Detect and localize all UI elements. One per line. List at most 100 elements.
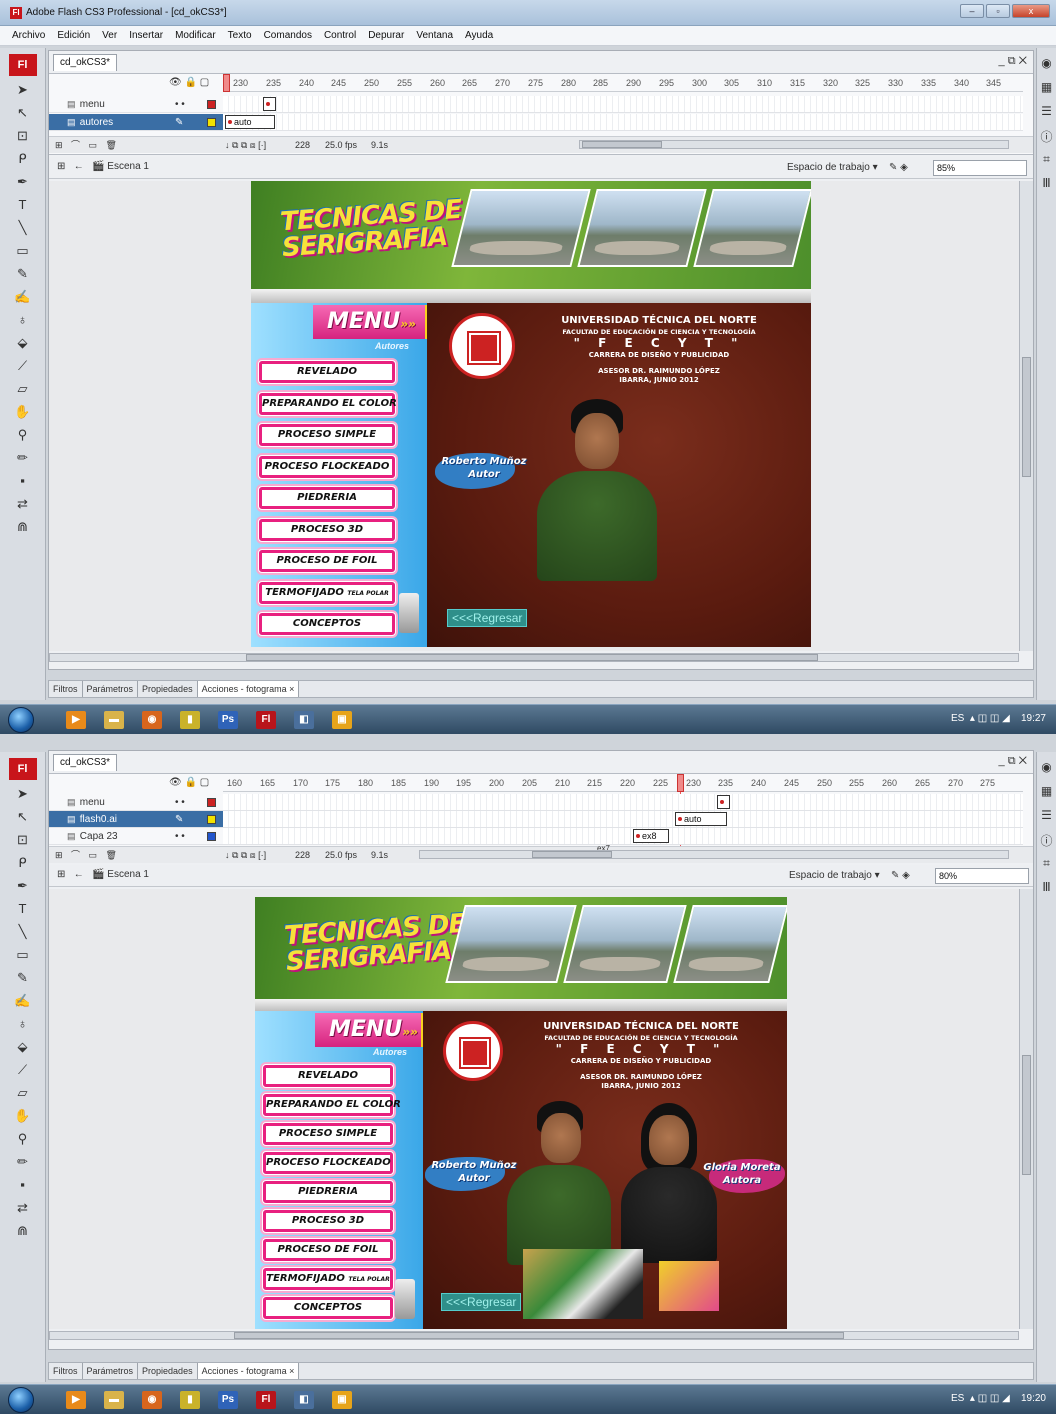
- eraser-tool-icon[interactable]: ▱: [13, 1083, 33, 1103]
- clock[interactable]: 19:20: [1021, 1393, 1046, 1404]
- menu-button-conceptos[interactable]: CONCEPTOS: [259, 613, 395, 635]
- pen-tool-icon[interactable]: ✒: [13, 172, 33, 192]
- doc-window-controls[interactable]: _ ⧉ ✕: [999, 755, 1027, 768]
- pencil-tool-icon[interactable]: ✎: [13, 968, 33, 988]
- menu-button-revelado[interactable]: REVELADO: [259, 361, 395, 383]
- swap-colors-icon[interactable]: ⇄: [13, 1198, 33, 1218]
- keyframe[interactable]: [717, 795, 730, 809]
- text-tool-icon[interactable]: T: [13, 195, 33, 215]
- layer-color-box[interactable]: [207, 798, 216, 807]
- menu-control[interactable]: Control: [324, 30, 356, 41]
- text-tool-icon[interactable]: T: [13, 899, 33, 919]
- library-panel-icon[interactable]: Ⅲ: [1039, 880, 1055, 896]
- pencil-tool-icon[interactable]: ✎: [13, 264, 33, 284]
- timeline-hscroll[interactable]: [419, 850, 1009, 859]
- doc-tab[interactable]: cd_okCS3*: [53, 754, 118, 771]
- pen-tool-icon[interactable]: ✒: [13, 876, 33, 896]
- swap-colors-icon[interactable]: ⇄: [13, 494, 33, 514]
- close-button[interactable]: x: [1012, 4, 1050, 18]
- frame-label-ex8[interactable]: ex8: [633, 829, 669, 843]
- menu-button-proceso-foil[interactable]: PROCESO DE FOIL: [259, 550, 395, 572]
- stage-hscroll[interactable]: [49, 653, 1019, 662]
- stage-hscroll[interactable]: [49, 1331, 1019, 1340]
- tab-acciones[interactable]: Acciones - fotograma ×: [197, 681, 300, 697]
- library-panel-icon[interactable]: Ⅲ: [1039, 176, 1055, 192]
- timeline-hscroll[interactable]: [579, 140, 1009, 149]
- taskbar-folder-icon[interactable]: ▬: [104, 711, 124, 729]
- eyedropper-tool-icon[interactable]: ⟋: [13, 1060, 33, 1080]
- snap-icon[interactable]: ⋒: [13, 1221, 33, 1241]
- workspace-menu[interactable]: Espacio de trabajo ▾: [787, 162, 878, 173]
- selection-tool-icon[interactable]: ➤: [13, 784, 33, 804]
- frame-label-auto[interactable]: auto: [675, 812, 727, 826]
- info-panel-icon[interactable]: ⓘ: [1039, 128, 1055, 144]
- taskbar-flash-icon[interactable]: Fl: [256, 1391, 276, 1409]
- start-button[interactable]: [8, 1387, 34, 1413]
- hand-tool-icon[interactable]: ✋: [13, 1106, 33, 1126]
- tab-propiedades[interactable]: Propiedades: [138, 1363, 198, 1379]
- layer-color-box[interactable]: [207, 815, 216, 824]
- menu-archivo[interactable]: Archivo: [12, 30, 45, 41]
- menu-button-proceso-simple[interactable]: PROCESO SIMPLE: [263, 1123, 393, 1145]
- clock[interactable]: 19:27: [1021, 713, 1046, 724]
- taskbar-app-icon[interactable]: ◧: [294, 1391, 314, 1409]
- language-indicator[interactable]: ES: [951, 1393, 964, 1404]
- tab-parametros[interactable]: Parámetros: [83, 681, 139, 697]
- edit-symbol-icons[interactable]: ✎ ◈: [891, 870, 910, 881]
- fill-color-icon[interactable]: ▪: [13, 1175, 33, 1195]
- brush-tool-icon[interactable]: ✍: [13, 991, 33, 1011]
- taskbar-folder-icon[interactable]: ▬: [104, 1391, 124, 1409]
- scene-breadcrumb[interactable]: ⊞ ← 🎬 Escena 1: [57, 869, 149, 880]
- zoom-select[interactable]: 85%: [933, 160, 1027, 176]
- info-panel-icon[interactable]: ⓘ: [1039, 832, 1055, 848]
- taskbar-app-icon[interactable]: ▶: [66, 711, 86, 729]
- menu-button-proceso-flockeado[interactable]: PROCESO FLOCKEADO: [259, 456, 395, 478]
- layer-controls-icons[interactable]: ⊞ ⌒ ▭ 🗑: [55, 137, 120, 153]
- layer-autores-frames[interactable]: auto: [223, 114, 1023, 131]
- layer-color-box[interactable]: [207, 832, 216, 841]
- subselection-tool-icon[interactable]: ↖: [13, 103, 33, 123]
- eyedropper-tool-icon[interactable]: ⟋: [13, 356, 33, 376]
- scroll-thumb[interactable]: [234, 1332, 844, 1339]
- menu-insertar[interactable]: Insertar: [129, 30, 163, 41]
- layer-color-box[interactable]: [207, 100, 216, 109]
- minimize-button[interactable]: –: [960, 4, 984, 18]
- menu-button-proceso-foil[interactable]: PROCESO DE FOIL: [263, 1239, 393, 1261]
- zoom-tool-icon[interactable]: ⚲: [13, 425, 33, 445]
- color-panel-icon[interactable]: ◉: [1039, 56, 1055, 72]
- stage[interactable]: TECNICAS DE SERIGRAFIA MENU»» Autores REV…: [49, 181, 1019, 651]
- layer-menu-frames[interactable]: [223, 794, 1023, 811]
- line-tool-icon[interactable]: ╲: [13, 922, 33, 942]
- menu-edicion[interactable]: Edición: [57, 30, 90, 41]
- menu-texto[interactable]: Texto: [228, 30, 252, 41]
- align-panel-icon[interactable]: ☰: [1039, 808, 1055, 824]
- scroll-thumb[interactable]: [1022, 1055, 1031, 1175]
- doc-window-controls[interactable]: _ ⧉ ✕: [999, 55, 1027, 68]
- menu-button-piedreria[interactable]: PIEDRERIA: [259, 487, 395, 509]
- taskbar-flash-icon[interactable]: Fl: [256, 711, 276, 729]
- taskbar-photoshop-icon[interactable]: Ps: [218, 1391, 238, 1409]
- menu-ver[interactable]: Ver: [102, 30, 117, 41]
- edit-symbol-icons[interactable]: ✎ ◈: [889, 162, 908, 173]
- menu-button-proceso-simple[interactable]: PROCESO SIMPLE: [259, 424, 395, 446]
- tab-parametros[interactable]: Parámetros: [83, 1363, 139, 1379]
- align-panel-icon[interactable]: ☰: [1039, 104, 1055, 120]
- maximize-button[interactable]: ▫: [986, 4, 1010, 18]
- menu-button-proceso-3d[interactable]: PROCESO 3D: [263, 1210, 393, 1232]
- line-tool-icon[interactable]: ╲: [13, 218, 33, 238]
- lasso-tool-icon[interactable]: ᑭ: [13, 149, 33, 169]
- taskbar-photoshop-icon[interactable]: Ps: [218, 711, 238, 729]
- layer-color-box[interactable]: [207, 118, 216, 127]
- menu-button-preparando-color[interactable]: PREPARANDO EL COLOR: [259, 393, 397, 415]
- back-button[interactable]: <<<Regresar: [447, 609, 528, 627]
- scene-breadcrumb[interactable]: ⊞ ← 🎬 Escena 1: [57, 161, 149, 172]
- snap-icon[interactable]: ⋒: [13, 517, 33, 537]
- ink-bottle-tool-icon[interactable]: ♁: [13, 310, 33, 330]
- transform-panel-icon[interactable]: ⌗: [1039, 856, 1055, 872]
- layer-capa-23[interactable]: ▤ Capa 23 • •: [49, 828, 223, 845]
- lasso-tool-icon[interactable]: ᑭ: [13, 853, 33, 873]
- stage-vscroll[interactable]: [1019, 181, 1033, 651]
- layer-menu[interactable]: ▤ menu • •: [49, 96, 223, 113]
- playhead[interactable]: [223, 74, 230, 92]
- scroll-thumb[interactable]: [246, 654, 818, 661]
